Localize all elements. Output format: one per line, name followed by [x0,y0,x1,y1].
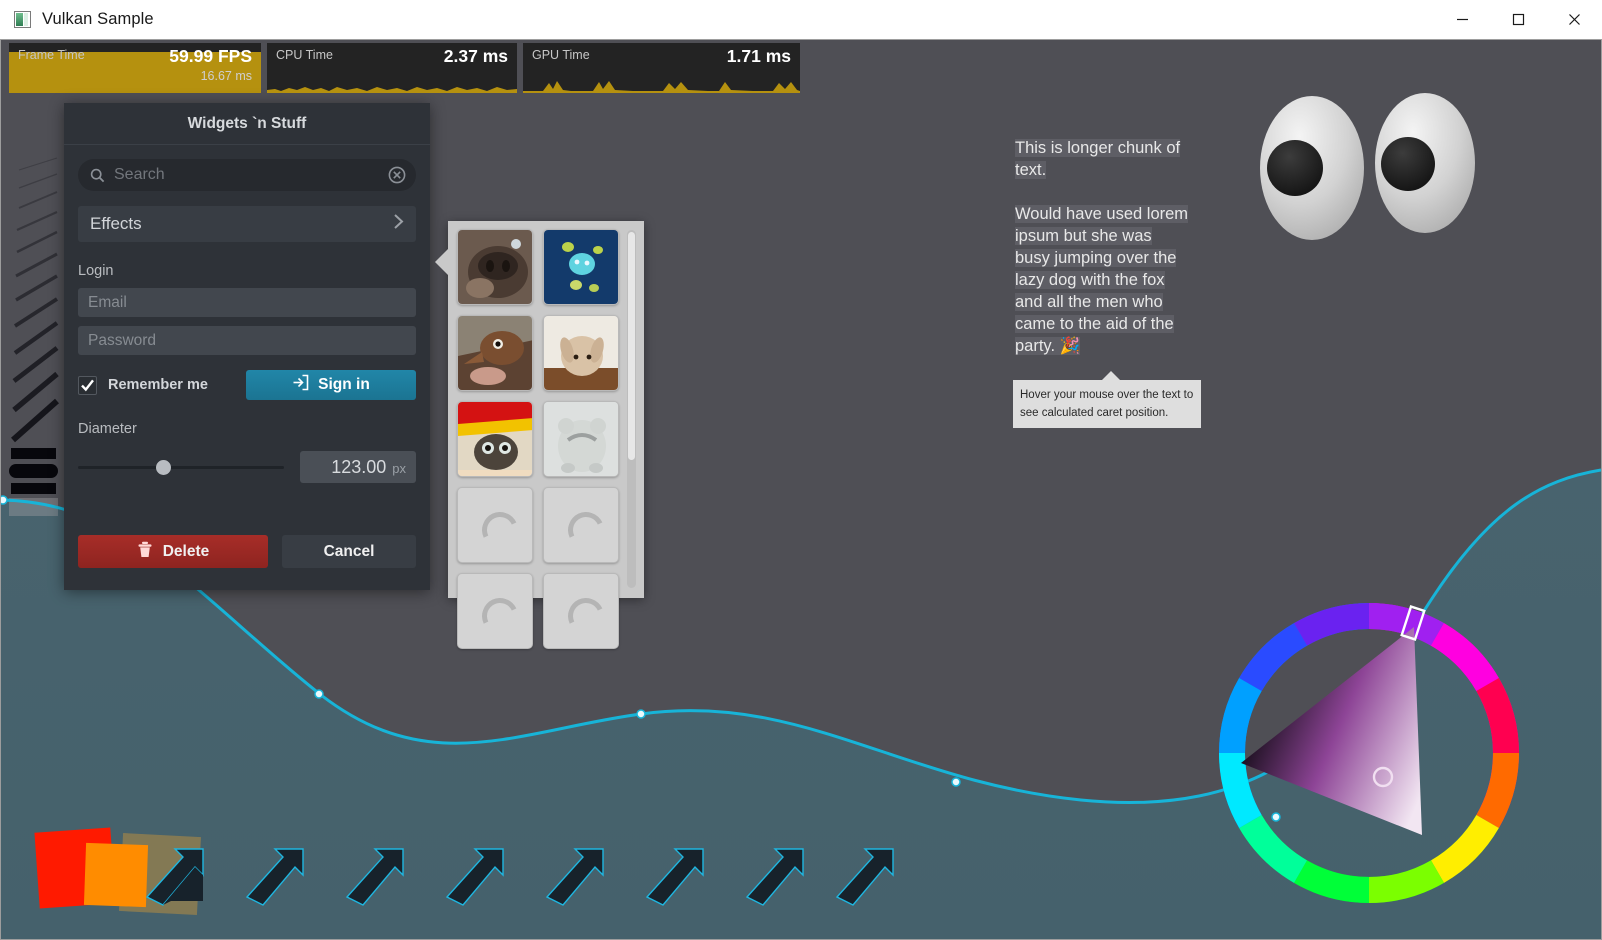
bear-cub-photo[interactable] [543,401,619,477]
email-field[interactable]: Email [78,288,416,317]
perf-graph-cpu-time: CPU Time 2.37 ms [267,43,517,93]
text-line: ipsum but she was [1015,227,1152,245]
title-bar: Vulkan Sample [0,0,1602,40]
search-placeholder: Search [114,166,165,183]
text-line: text. [1015,161,1047,179]
loading-tile[interactable] [543,487,619,563]
perf-label: CPU Time [276,48,333,62]
minimize-button[interactable] [1434,0,1490,39]
text-line: This is longer chunk of [1015,139,1181,157]
perf-subvalue: 16.67 ms [200,69,252,83]
perf-label: Frame Time [18,48,85,62]
app-window-icon [14,11,31,28]
close-button[interactable] [1546,0,1602,39]
minimize-icon [1456,18,1468,21]
gpu-waveform [523,81,800,93]
text-line: lazy dog with the fox [1015,271,1165,289]
widgets-dialog: Widgets `n Stuff Search Effects Login Em… [64,103,430,590]
maximize-button[interactable] [1490,0,1546,39]
password-placeholder: Password [88,331,157,349]
text-line: busy jumping over the [1015,249,1177,267]
perf-label: GPU Time [532,48,590,62]
text-line: came to the aid of the [1015,315,1174,333]
tooltip-line-2: see calculated caret position. [1020,407,1169,419]
tooltip-line-1: Hover your mouse over the text to [1020,389,1194,401]
password-field[interactable]: Password [78,326,416,355]
shrew-photo[interactable] [457,315,533,391]
delete-label: Delete [162,542,210,560]
jellyfish-photo[interactable] [543,229,619,305]
diameter-value-box[interactable]: 123.00 px [300,451,416,483]
image-grid [457,229,620,649]
effects-row[interactable]: Effects [78,206,416,242]
clear-circle-icon[interactable] [388,166,406,189]
loading-tile[interactable] [543,573,619,649]
close-icon [1568,14,1580,25]
maximize-icon [1512,13,1524,26]
rabbit-photo[interactable] [543,315,619,391]
text-line: party. 🎉 [1015,337,1081,355]
text-line: Would have used lorem [1015,205,1189,223]
perf-value: 1.71 ms [726,46,791,66]
effects-label: Effects [90,214,142,233]
caret-tooltip: Hover your mouse over the text to see ca… [1013,371,1201,428]
tooltip-arrow [1102,371,1120,380]
slider-thumb[interactable] [156,459,171,475]
perf-graph-gpu-time: GPU Time 1.71 ms [523,43,800,93]
sign-in-label: Sign in [318,376,370,393]
remember-me-checkbox[interactable] [78,375,97,395]
search-input[interactable]: Search [78,159,416,191]
performance-overlay: Frame Time 59.99 FPS 16.67 ms CPU Time 2… [9,43,800,93]
popup-arrow [435,248,449,276]
trash-icon [137,541,153,563]
diameter-label: Diameter [78,421,137,437]
cancel-label: Cancel [323,542,375,560]
search-icon [90,168,105,183]
loading-tile[interactable] [457,487,533,563]
image-grid-scrollbar[interactable] [627,230,636,588]
sign-in-button[interactable]: Sign in [246,370,416,400]
checkmark-icon [81,379,94,391]
perf-graph-frame-time: Frame Time 59.99 FPS 16.67 ms [9,43,261,93]
login-arrow-icon [292,374,309,396]
cat-in-hat-photo[interactable] [457,401,533,477]
chevron-right-icon [393,213,404,235]
application-window: Vulkan Sample Frame Time 59.99 FPS 16.67… [0,0,1602,940]
diameter-unit: px [392,461,406,476]
remember-me-label: Remember me [108,377,208,393]
image-grid-popup [435,221,644,649]
delete-button[interactable]: Delete [78,535,268,568]
dialog-title: Widgets `n Stuff [64,103,430,145]
dog-nose-photo[interactable] [457,229,533,305]
window-title: Vulkan Sample [42,10,154,28]
cancel-button[interactable]: Cancel [282,535,416,568]
text-panel[interactable]: This is longer chunk of text. Would have… [1015,137,1205,357]
cpu-waveform [267,87,517,93]
loading-tile[interactable] [457,573,533,649]
diameter-value: 123.00 [331,457,387,477]
text-gap [1015,181,1205,203]
scrollbar-thumb[interactable] [628,232,635,460]
login-section-label: Login [78,263,114,279]
perf-value: 59.99 FPS [169,46,252,66]
diameter-slider[interactable] [78,459,284,475]
render-canvas: Frame Time 59.99 FPS 16.67 ms CPU Time 2… [0,39,1602,940]
text-line: and all the men who [1015,293,1163,311]
perf-value: 2.37 ms [443,46,508,66]
email-placeholder: Email [88,293,127,311]
